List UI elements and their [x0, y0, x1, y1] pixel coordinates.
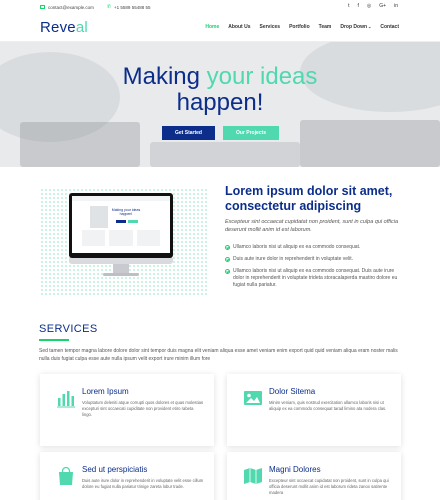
list-item-text: Ullamco laboris nisi ut aliquip ex ea co…: [233, 244, 361, 250]
screen-content-row: [82, 230, 160, 246]
service-card-title: Dolor Sitema: [269, 387, 316, 396]
screen-button: [116, 220, 126, 223]
twitter-icon[interactable]: t: [348, 3, 349, 9]
logo-text-primary: Reve: [40, 19, 76, 36]
envelope-icon: [40, 5, 45, 9]
list-item: Ullamco laboris nisi ut aliquip ex ea co…: [225, 268, 403, 289]
about-lead: Excepteur sint occaecat cupidatat non pr…: [225, 219, 399, 233]
service-card-text: Minim veniam, quis nostrud exercitation …: [269, 400, 387, 411]
hero-title-highlight: your ideas: [206, 63, 318, 90]
nav-contact[interactable]: Contact: [380, 24, 399, 30]
nav-home[interactable]: Home: [205, 24, 219, 30]
nav-dropdown-label: Drop Down: [340, 24, 368, 30]
about-list: Ullamco laboris nisi ut aliquip ex ea co…: [225, 244, 403, 294]
chevron-down-icon: ⌄: [368, 24, 372, 29]
hero-title-part: Making: [122, 63, 207, 90]
services-title: SERVICES: [39, 323, 98, 335]
screen-header: [72, 196, 170, 201]
our-projects-button[interactable]: Our Projects: [223, 126, 279, 140]
nav-portfolio[interactable]: Portfolio: [289, 24, 310, 30]
list-item-text: Ullamco laboris nisi ut aliquip ex ea co…: [233, 268, 398, 288]
check-circle-icon: [225, 256, 230, 262]
map-icon: [244, 468, 262, 484]
about-title: Lorem ipsum dolor sit amet, consectetur …: [225, 184, 393, 213]
service-card-text: Voluptatum deleniti atque corrupti quos …: [82, 400, 204, 417]
hero-bg-crowd: [150, 142, 300, 167]
screen-title: Making your ideas happen!: [111, 208, 141, 216]
services-section: SERVICES Sed tamen tempor magna labore d…: [0, 300, 440, 500]
service-card[interactable]: Lorem Ipsum Voluptatum deleniti atque co…: [40, 374, 214, 446]
phone-icon: ✆: [106, 4, 112, 10]
site-logo[interactable]: Reveal: [40, 19, 88, 36]
monitor-screen: Making your ideas happen!: [69, 193, 173, 258]
hero-bg-crowd: [300, 120, 440, 167]
instagram-icon[interactable]: ◎: [367, 3, 371, 9]
hero-title: Making your ideas happen!: [0, 64, 440, 116]
top-bar: contact@example.com ✆ +1 5589 55488 55 t…: [0, 0, 440, 14]
site-header: Reveal Home About Us Services Portfolio …: [0, 14, 440, 42]
picture-icon: [244, 391, 262, 405]
list-item-text: Duis aute irure dolor in reprehenderit i…: [233, 256, 354, 262]
title-underline: [39, 339, 69, 341]
facebook-icon[interactable]: f: [358, 3, 359, 9]
service-card-title: Sed ut perspiciatis: [82, 465, 148, 474]
services-intro: Sed tamen tempor magna labore dolore dol…: [39, 348, 398, 362]
main-nav: Home About Us Services Portfolio Team Dr…: [205, 24, 399, 30]
service-card-title: Lorem Ipsum: [82, 387, 129, 396]
contact-info: contact@example.com ✆ +1 5589 55488 55: [40, 4, 150, 10]
service-card[interactable]: Sed ut perspiciatis Duis aute irure dolo…: [40, 452, 214, 500]
nav-team[interactable]: Team: [319, 24, 332, 30]
monitor-screen-content: Making your ideas happen!: [72, 196, 170, 253]
hero-section: Making your ideas happen! Get Started Ou…: [0, 42, 440, 167]
service-card-title: Magni Dolores: [269, 465, 321, 474]
monitor-stand: [103, 273, 139, 276]
nav-about[interactable]: About Us: [228, 24, 250, 30]
logo-text-accent: al: [75, 19, 88, 36]
get-started-button[interactable]: Get Started: [162, 126, 215, 140]
linkedin-icon[interactable]: in: [394, 3, 398, 9]
nav-services[interactable]: Services: [260, 24, 281, 30]
hero-bg-crowd: [20, 122, 140, 167]
service-card-text: Duis aute irure dolor in reprehenderit i…: [82, 478, 204, 489]
service-card[interactable]: Dolor Sitema Minim veniam, quis nostrud …: [227, 374, 401, 446]
contact-phone[interactable]: +1 5589 55488 55: [114, 5, 150, 10]
hero-title-line2: happen!: [176, 89, 264, 116]
contact-email[interactable]: contact@example.com: [48, 5, 94, 10]
about-section: Making your ideas happen! Lorem ipsum do…: [0, 167, 440, 300]
list-item: Duis aute irure dolor in reprehenderit i…: [225, 256, 403, 263]
screen-button: [128, 220, 138, 223]
check-circle-icon: [225, 268, 230, 274]
nav-dropdown[interactable]: Drop Down⌄: [340, 24, 371, 30]
service-card[interactable]: Magni Dolores Excepteur sint occaecat cu…: [227, 452, 401, 500]
list-item: Ullamco laboris nisi ut aliquip ex ea co…: [225, 244, 403, 251]
google-plus-icon[interactable]: G+: [379, 3, 386, 9]
monitor-image: Making your ideas happen!: [61, 193, 181, 281]
social-links: t f ◎ G+ in: [348, 3, 398, 9]
service-card-text: Excepteur sint occaecat cupidatat non pr…: [269, 478, 389, 495]
check-circle-icon: [225, 244, 230, 250]
shopping-bag-icon: [59, 466, 73, 485]
bar-chart-icon: [57, 391, 75, 408]
